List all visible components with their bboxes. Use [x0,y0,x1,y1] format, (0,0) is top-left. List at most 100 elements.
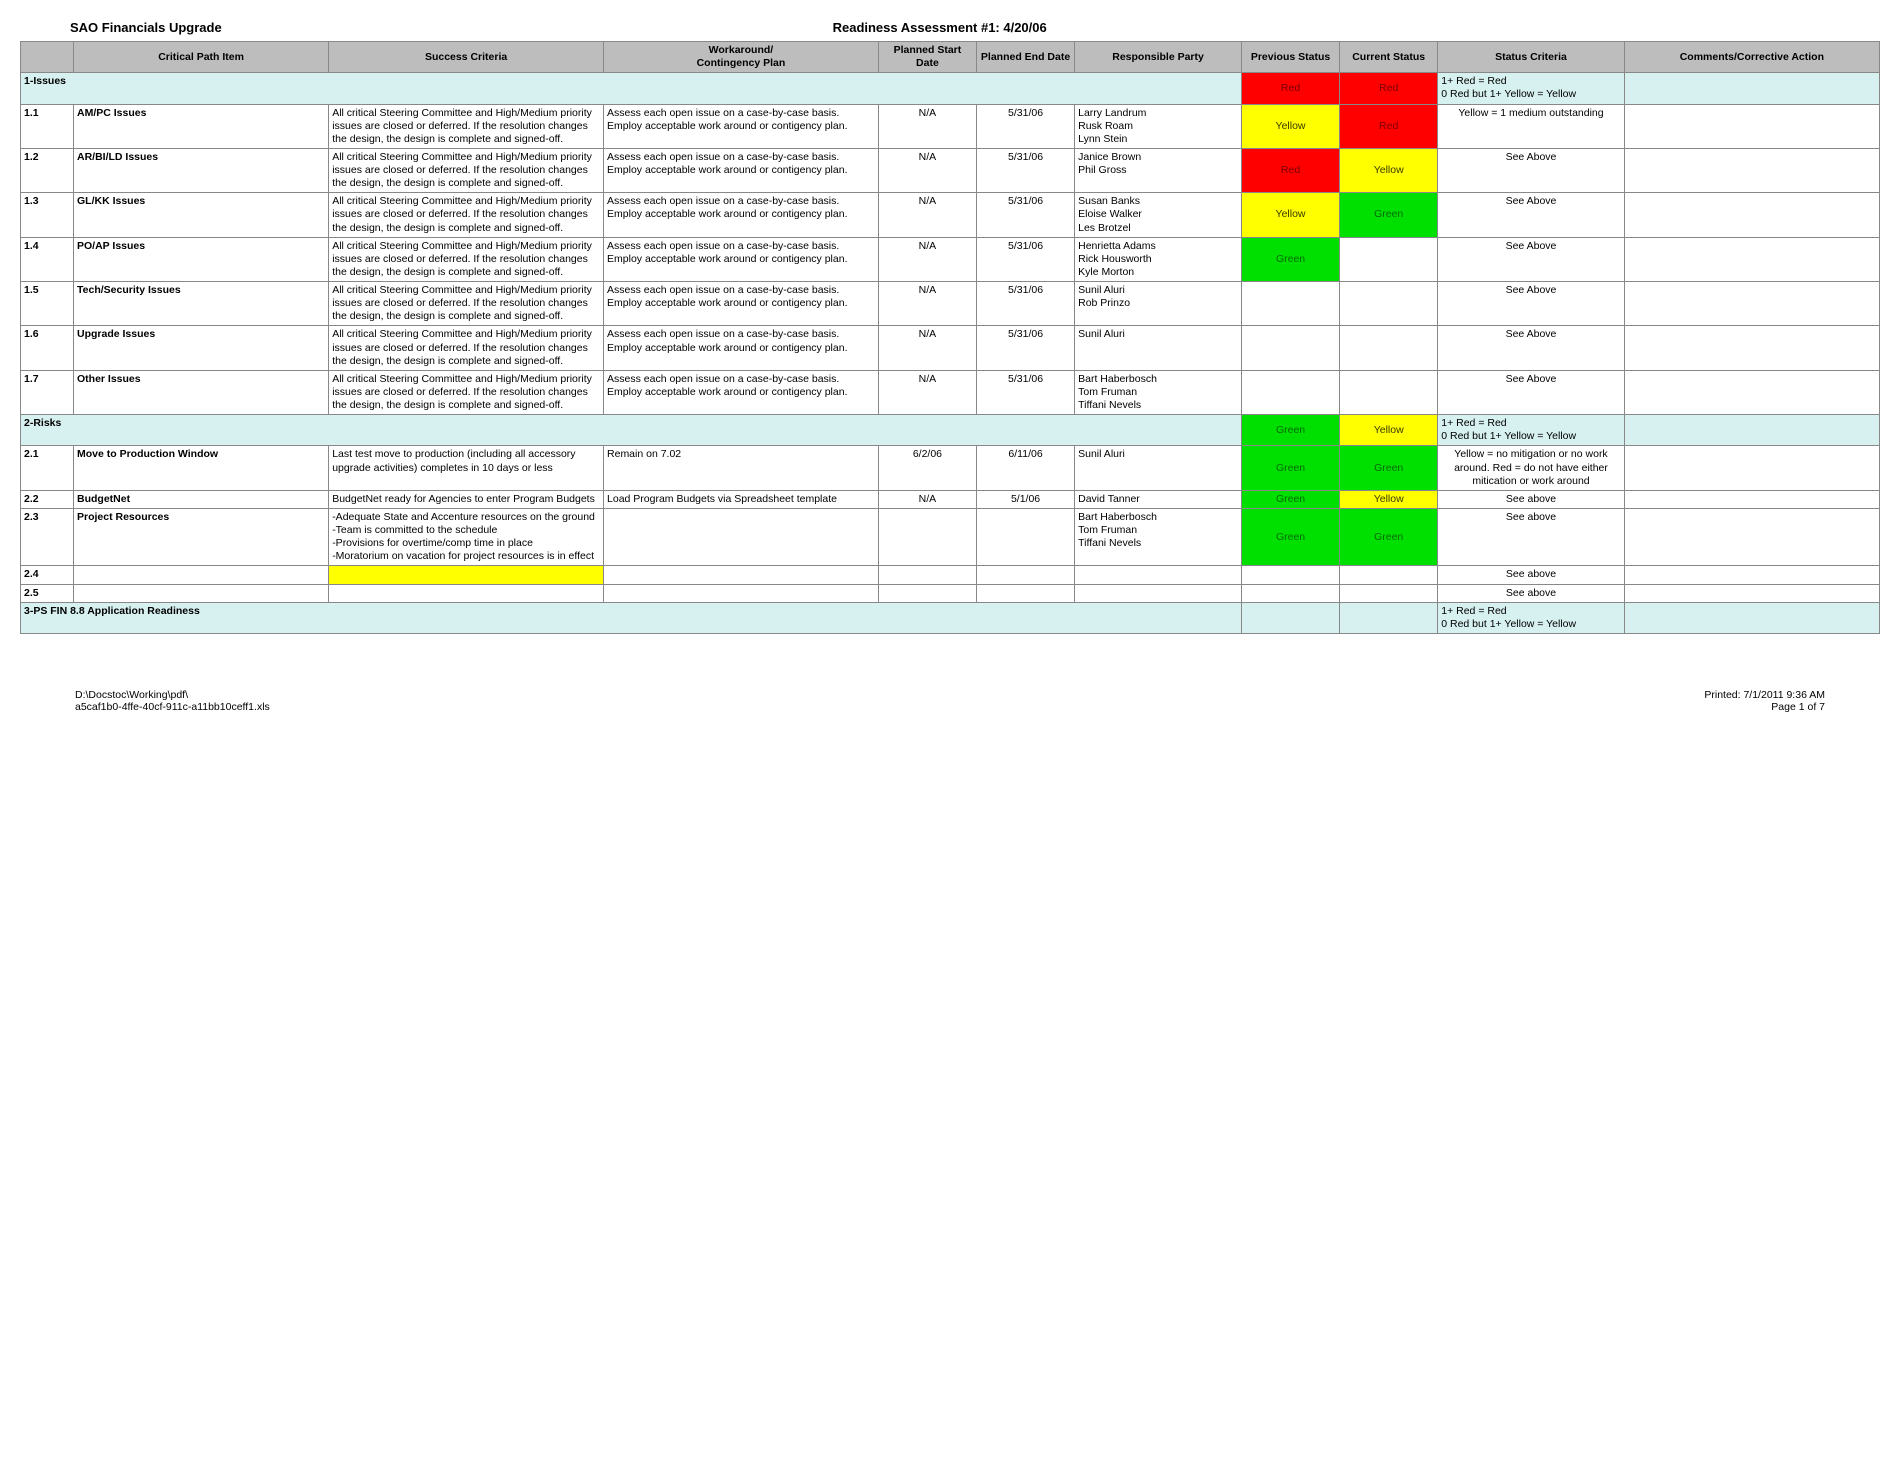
cell-action [1624,584,1879,602]
cell-prev: Green [1241,446,1339,490]
cell-work [604,584,879,602]
cell-prev: Yellow [1241,193,1339,237]
cell-num: 1.7 [21,370,74,414]
cell-item: AR/BI/LD Issues [74,148,329,192]
section-label: 3-PS FIN 8.8 Application Readiness [21,602,1242,633]
footer: D:\Docstoc\Working\pdf\ a5caf1b0-4ffe-40… [20,689,1880,713]
cell-work: Assess each open issue on a case-by-case… [604,148,879,192]
col-end: Planned End Date [976,42,1074,73]
cell-curr [1340,282,1438,326]
cell-end: 5/31/06 [976,370,1074,414]
cell-action [1624,148,1879,192]
table-row: 2.3 Project Resources -Adequate State an… [21,508,1880,566]
col-action: Comments/Corrective Action [1624,42,1879,73]
cell-num: 2.4 [21,566,74,584]
table-row: 2.5 See above [21,584,1880,602]
table-row: 2.1 Move to Production Window Last test … [21,446,1880,490]
cell-item: Project Resources [74,508,329,566]
col-success: Success Criteria [329,42,604,73]
cell-start: N/A [878,237,976,281]
cell-num: 2.5 [21,584,74,602]
cell-prev: Yellow [1241,104,1339,148]
cell-end: 5/31/06 [976,104,1074,148]
cell-prev: Green [1241,508,1339,566]
table-row: 1.2 AR/BI/LD Issues All critical Steerin… [21,148,1880,192]
cell-prev [1241,370,1339,414]
cell-curr: Green [1340,446,1438,490]
col-prev: Previous Status [1241,42,1339,73]
cell-end: 5/1/06 [976,490,1074,508]
cell-curr: Green [1340,193,1438,237]
cell-start: N/A [878,326,976,370]
cell-party: Sunil Aluri [1075,446,1242,490]
cell-action [1624,326,1879,370]
col-start: Planned Start Date [878,42,976,73]
section-action [1624,73,1879,104]
cell-num: 2.1 [21,446,74,490]
footer-file: a5caf1b0-4ffe-40cf-911c-a11bb10ceff1.xls [75,701,270,713]
section-action [1624,602,1879,633]
section-risks: 2-Risks Green Yellow 1+ Red = Red 0 Red … [21,415,1880,446]
cell-success: All critical Steering Committee and High… [329,104,604,148]
section-prev [1241,602,1339,633]
cell-prev: Red [1241,148,1339,192]
cell-curr [1340,237,1438,281]
cell-item: Upgrade Issues [74,326,329,370]
cell-item: Other Issues [74,370,329,414]
cell-num: 1.3 [21,193,74,237]
table-row: 1.3 GL/KK Issues All critical Steering C… [21,193,1880,237]
cell-num: 1.2 [21,148,74,192]
table-row: 1.7 Other Issues All critical Steering C… [21,370,1880,414]
cell-party: Bart Haberbosch Tom Fruman Tiffani Nevel… [1075,370,1242,414]
section-prev: Green [1241,415,1339,446]
section-criteria: 1+ Red = Red 0 Red but 1+ Yellow = Yello… [1438,73,1624,104]
cell-success [329,566,604,584]
cell-start: 6/2/06 [878,446,976,490]
col-work: Workaround/ Contingency Plan [604,42,879,73]
cell-action [1624,446,1879,490]
footer-page: Page 1 of 7 [1704,701,1825,713]
cell-criteria: See Above [1438,237,1624,281]
cell-success: All critical Steering Committee and High… [329,237,604,281]
cell-prev [1241,566,1339,584]
cell-action [1624,508,1879,566]
cell-success: All critical Steering Committee and High… [329,282,604,326]
section-app-readiness: 3-PS FIN 8.8 Application Readiness 1+ Re… [21,602,1880,633]
cell-curr [1340,370,1438,414]
cell-item [74,584,329,602]
title-row: SAO Financials Upgrade Readiness Assessm… [20,20,1880,35]
cell-criteria: See above [1438,490,1624,508]
cell-criteria: See Above [1438,148,1624,192]
cell-num: 1.6 [21,326,74,370]
cell-success: Last test move to production (including … [329,446,604,490]
cell-work: Assess each open issue on a case-by-case… [604,282,879,326]
cell-action [1624,237,1879,281]
section-criteria: 1+ Red = Red 0 Red but 1+ Yellow = Yello… [1438,602,1624,633]
cell-item [74,566,329,584]
cell-curr [1340,584,1438,602]
cell-end [976,508,1074,566]
section-curr: Red [1340,73,1438,104]
cell-success: -Adequate State and Accenture resources … [329,508,604,566]
cell-success: All critical Steering Committee and High… [329,326,604,370]
cell-criteria: See Above [1438,193,1624,237]
cell-action [1624,370,1879,414]
cell-num: 1.1 [21,104,74,148]
table-row: 2.2 BudgetNet BudgetNet ready for Agenci… [21,490,1880,508]
cell-item: GL/KK Issues [74,193,329,237]
cell-curr [1340,566,1438,584]
cell-success [329,584,604,602]
cell-curr [1340,326,1438,370]
title-left: SAO Financials Upgrade [20,20,833,35]
cell-party: Larry Landrum Rusk Roam Lynn Stein [1075,104,1242,148]
cell-prev [1241,326,1339,370]
cell-end [976,584,1074,602]
section-curr [1340,602,1438,633]
cell-work: Load Program Budgets via Spreadsheet tem… [604,490,879,508]
cell-work: Assess each open issue on a case-by-case… [604,237,879,281]
cell-prev: Green [1241,490,1339,508]
cell-start: N/A [878,193,976,237]
cell-start [878,584,976,602]
col-item: Critical Path Item [74,42,329,73]
cell-criteria: See above [1438,566,1624,584]
